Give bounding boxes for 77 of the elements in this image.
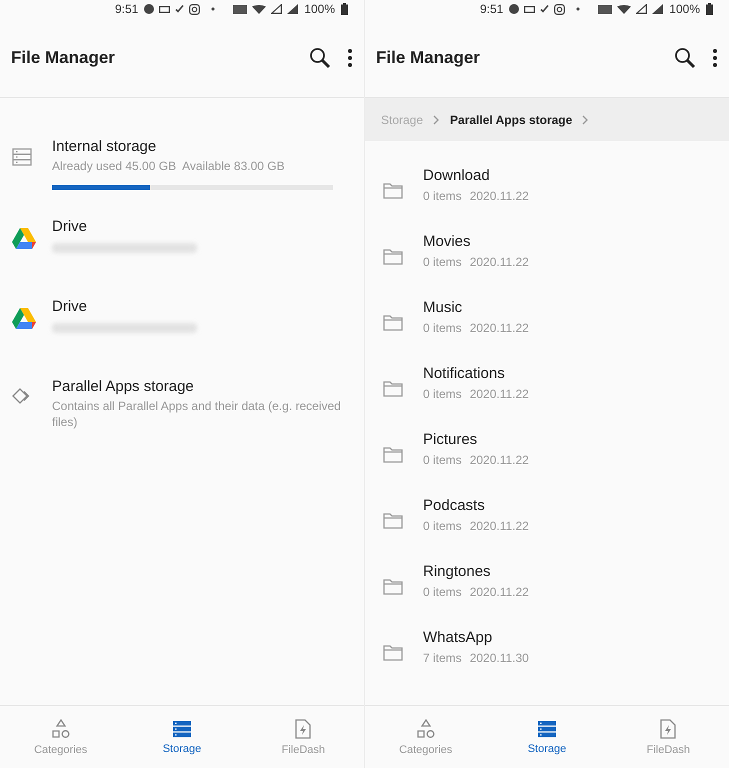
item-count: 0 items — [423, 519, 462, 533]
folder-name[interactable]: Music — [423, 299, 529, 316]
folder-date: 2020.11.22 — [470, 189, 529, 203]
used-space: Already used 45.00 GB — [52, 159, 176, 175]
shapes-icon — [416, 718, 436, 738]
battery-percent: 100% — [669, 2, 700, 16]
signal-icon — [271, 4, 282, 14]
folder-icon — [383, 513, 403, 529]
chevron-icon — [433, 114, 440, 124]
more-options-button[interactable] — [347, 48, 353, 68]
folder-name[interactable]: Movies — [423, 233, 529, 250]
dot-icon — [576, 7, 580, 11]
folder-date: 2020.11.22 — [470, 453, 529, 467]
status-time: 9:51 — [114, 2, 138, 16]
storage-name[interactable]: Drive — [52, 298, 346, 315]
nav-tab[interactable]: Storage — [486, 706, 608, 768]
camera-icon — [189, 4, 200, 14]
folder-icon — [383, 183, 403, 199]
folder-date: 2020.11.22 — [470, 387, 529, 401]
more-options-button[interactable] — [712, 48, 718, 68]
signal-icon — [287, 4, 298, 14]
signal-icon — [636, 4, 648, 14]
folder-icon — [383, 249, 403, 265]
folder-icon — [383, 579, 403, 595]
available-space: Available 83.00 GB — [182, 159, 285, 175]
folder-name[interactable]: Notifications — [423, 365, 529, 382]
folder-name[interactable]: Ringtones — [423, 563, 529, 580]
wifi-icon — [617, 4, 632, 14]
folder-name[interactable]: WhatsApp — [423, 629, 529, 646]
storage-icon — [536, 720, 557, 738]
folder-date: 2020.11.22 — [470, 321, 529, 335]
drive-logo-icon — [12, 228, 36, 249]
item-count: 0 items — [423, 387, 462, 401]
shapes-icon — [50, 718, 71, 738]
folder-date: 2020.11.22 — [470, 585, 529, 599]
nav-tab[interactable]: Storage — [121, 706, 243, 768]
folder-date: 2020.11.30 — [470, 651, 529, 665]
item-count: 7 items — [423, 651, 462, 665]
file-bolt-icon — [295, 718, 312, 738]
folder-icon — [383, 381, 403, 397]
camera-icon — [554, 4, 566, 14]
storage-name[interactable]: Internal storage — [52, 138, 346, 155]
folder-icon — [383, 315, 403, 331]
folder-icon — [383, 645, 403, 661]
app-title: File Manager — [376, 48, 481, 68]
dot-icon — [211, 7, 216, 11]
storage-description: Contains all Parallel Apps and their data (e.g. received files) — [52, 399, 342, 430]
check-icon — [175, 5, 184, 13]
chevron-icon — [582, 114, 590, 124]
folder-date: 2020.11.22 — [470, 519, 529, 533]
item-count: 0 items — [423, 453, 462, 467]
storage-name[interactable]: Drive — [52, 218, 346, 235]
folder-name[interactable]: Podcasts — [423, 497, 529, 514]
folder-name[interactable]: Download — [423, 167, 529, 184]
signal-icon — [652, 4, 664, 14]
breadcrumb-item[interactable]: Parallel Apps storage — [450, 112, 572, 126]
status-time: 9:51 — [480, 2, 504, 16]
battery-icon — [706, 3, 713, 15]
wifi-icon — [252, 4, 266, 14]
check-icon — [540, 5, 550, 13]
search-button[interactable] — [674, 46, 696, 68]
item-count: 0 items — [423, 585, 462, 599]
item-count: 0 items — [423, 189, 462, 203]
battery-percent: 100% — [304, 2, 335, 16]
folder-icon — [383, 447, 403, 463]
item-count: 0 items — [423, 255, 462, 269]
storage-icon — [12, 148, 32, 166]
file-bolt-icon — [660, 718, 676, 738]
storage-icon — [172, 720, 192, 738]
app-title: File Manager — [11, 48, 116, 68]
battery-icon — [341, 3, 348, 15]
search-button[interactable] — [309, 46, 331, 68]
item-count: 0 items — [423, 321, 462, 335]
drive-logo-icon — [12, 308, 36, 329]
storage-name[interactable]: Parallel Apps storage — [52, 378, 346, 395]
folder-name[interactable]: Pictures — [423, 431, 529, 448]
folder-date: 2020.11.22 — [470, 255, 529, 269]
